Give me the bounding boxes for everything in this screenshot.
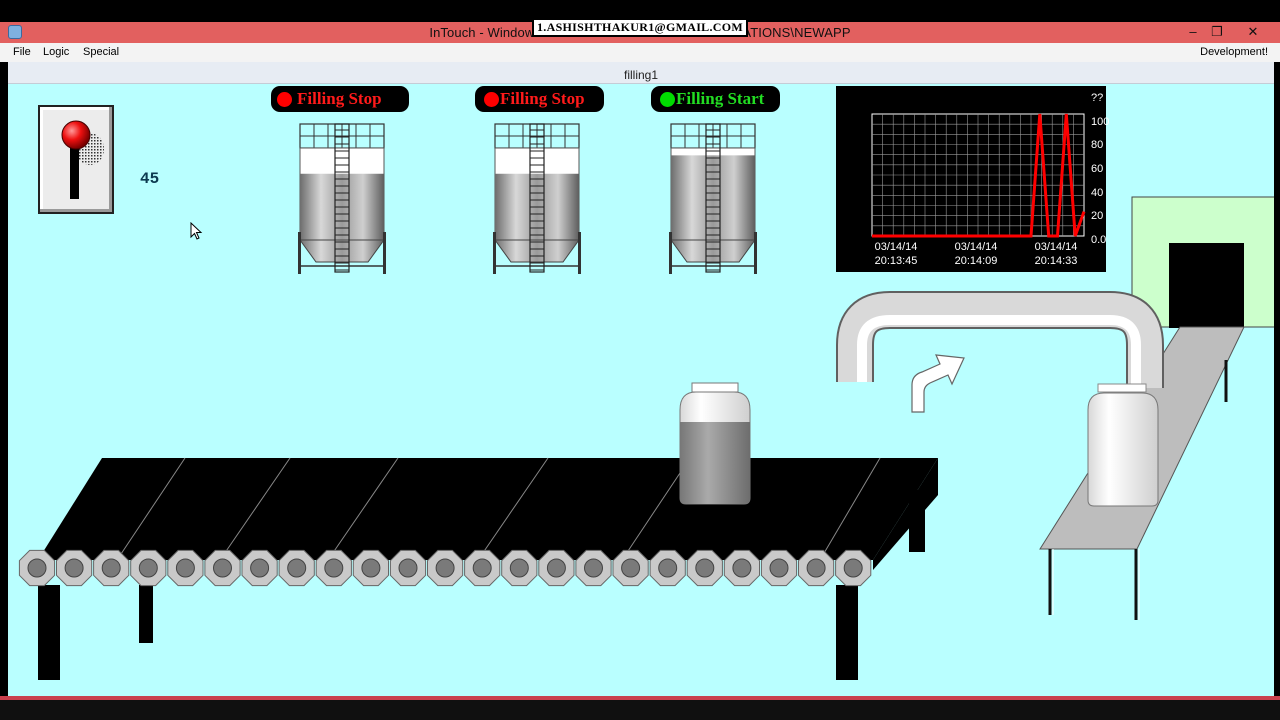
conveyor-roller <box>501 549 538 587</box>
jar-at-filler <box>1087 383 1159 507</box>
filling-pipe <box>836 291 1164 388</box>
mouse-pointer-icon <box>190 222 203 240</box>
jar-on-conveyor <box>679 382 751 505</box>
restore-button[interactable]: ❐ <box>1206 23 1228 41</box>
conveyor-roller <box>18 549 56 587</box>
conveyor-roller <box>760 549 798 587</box>
menu-special[interactable]: Special <box>83 46 119 58</box>
conveyor-roller <box>723 549 760 587</box>
menu-bar: File Logic Special Development! <box>0 43 1280 62</box>
main-conveyor <box>18 457 938 680</box>
conveyor-roller <box>352 549 389 587</box>
outlet-box <box>1131 196 1274 328</box>
hmi-canvas: 45 Filling Stop Filling Stop Filling Sta… <box>8 84 1274 696</box>
minimize-button[interactable]: – <box>1182 23 1204 41</box>
development-link[interactable]: Development! <box>1200 46 1268 58</box>
conveyor-roller <box>427 549 464 587</box>
menu-file[interactable]: File <box>13 46 31 58</box>
conveyor-roller <box>464 549 501 587</box>
conveyor-roller <box>835 549 872 587</box>
conveyor-roller <box>56 549 93 587</box>
close-button[interactable]: ✕ <box>1242 23 1264 41</box>
taskbar <box>0 696 1280 720</box>
conveyor-roller <box>130 549 167 587</box>
conveyor-scene <box>18 196 1274 680</box>
conveyor-roller <box>649 549 686 587</box>
conveyor-roller <box>389 549 427 587</box>
conveyor-roller <box>538 549 575 587</box>
conveyor-roller <box>278 549 315 587</box>
conveyor-roller <box>686 549 723 587</box>
watermark-text: 1.ASHISHTHAKUR1@GMAIL.COM <box>532 18 749 37</box>
conveyor-roller <box>315 549 352 587</box>
canvas-window-title: filling1 <box>8 62 1274 84</box>
conveyor-roller <box>575 549 612 587</box>
conveyor-roller <box>204 549 241 587</box>
conveyor-roller <box>167 549 204 587</box>
conveyor-roller <box>93 549 130 587</box>
conveyor-roller <box>798 549 835 587</box>
menu-logic[interactable]: Logic <box>43 46 69 58</box>
conveyor-roller <box>612 549 649 587</box>
conveyor-roller <box>241 549 278 587</box>
